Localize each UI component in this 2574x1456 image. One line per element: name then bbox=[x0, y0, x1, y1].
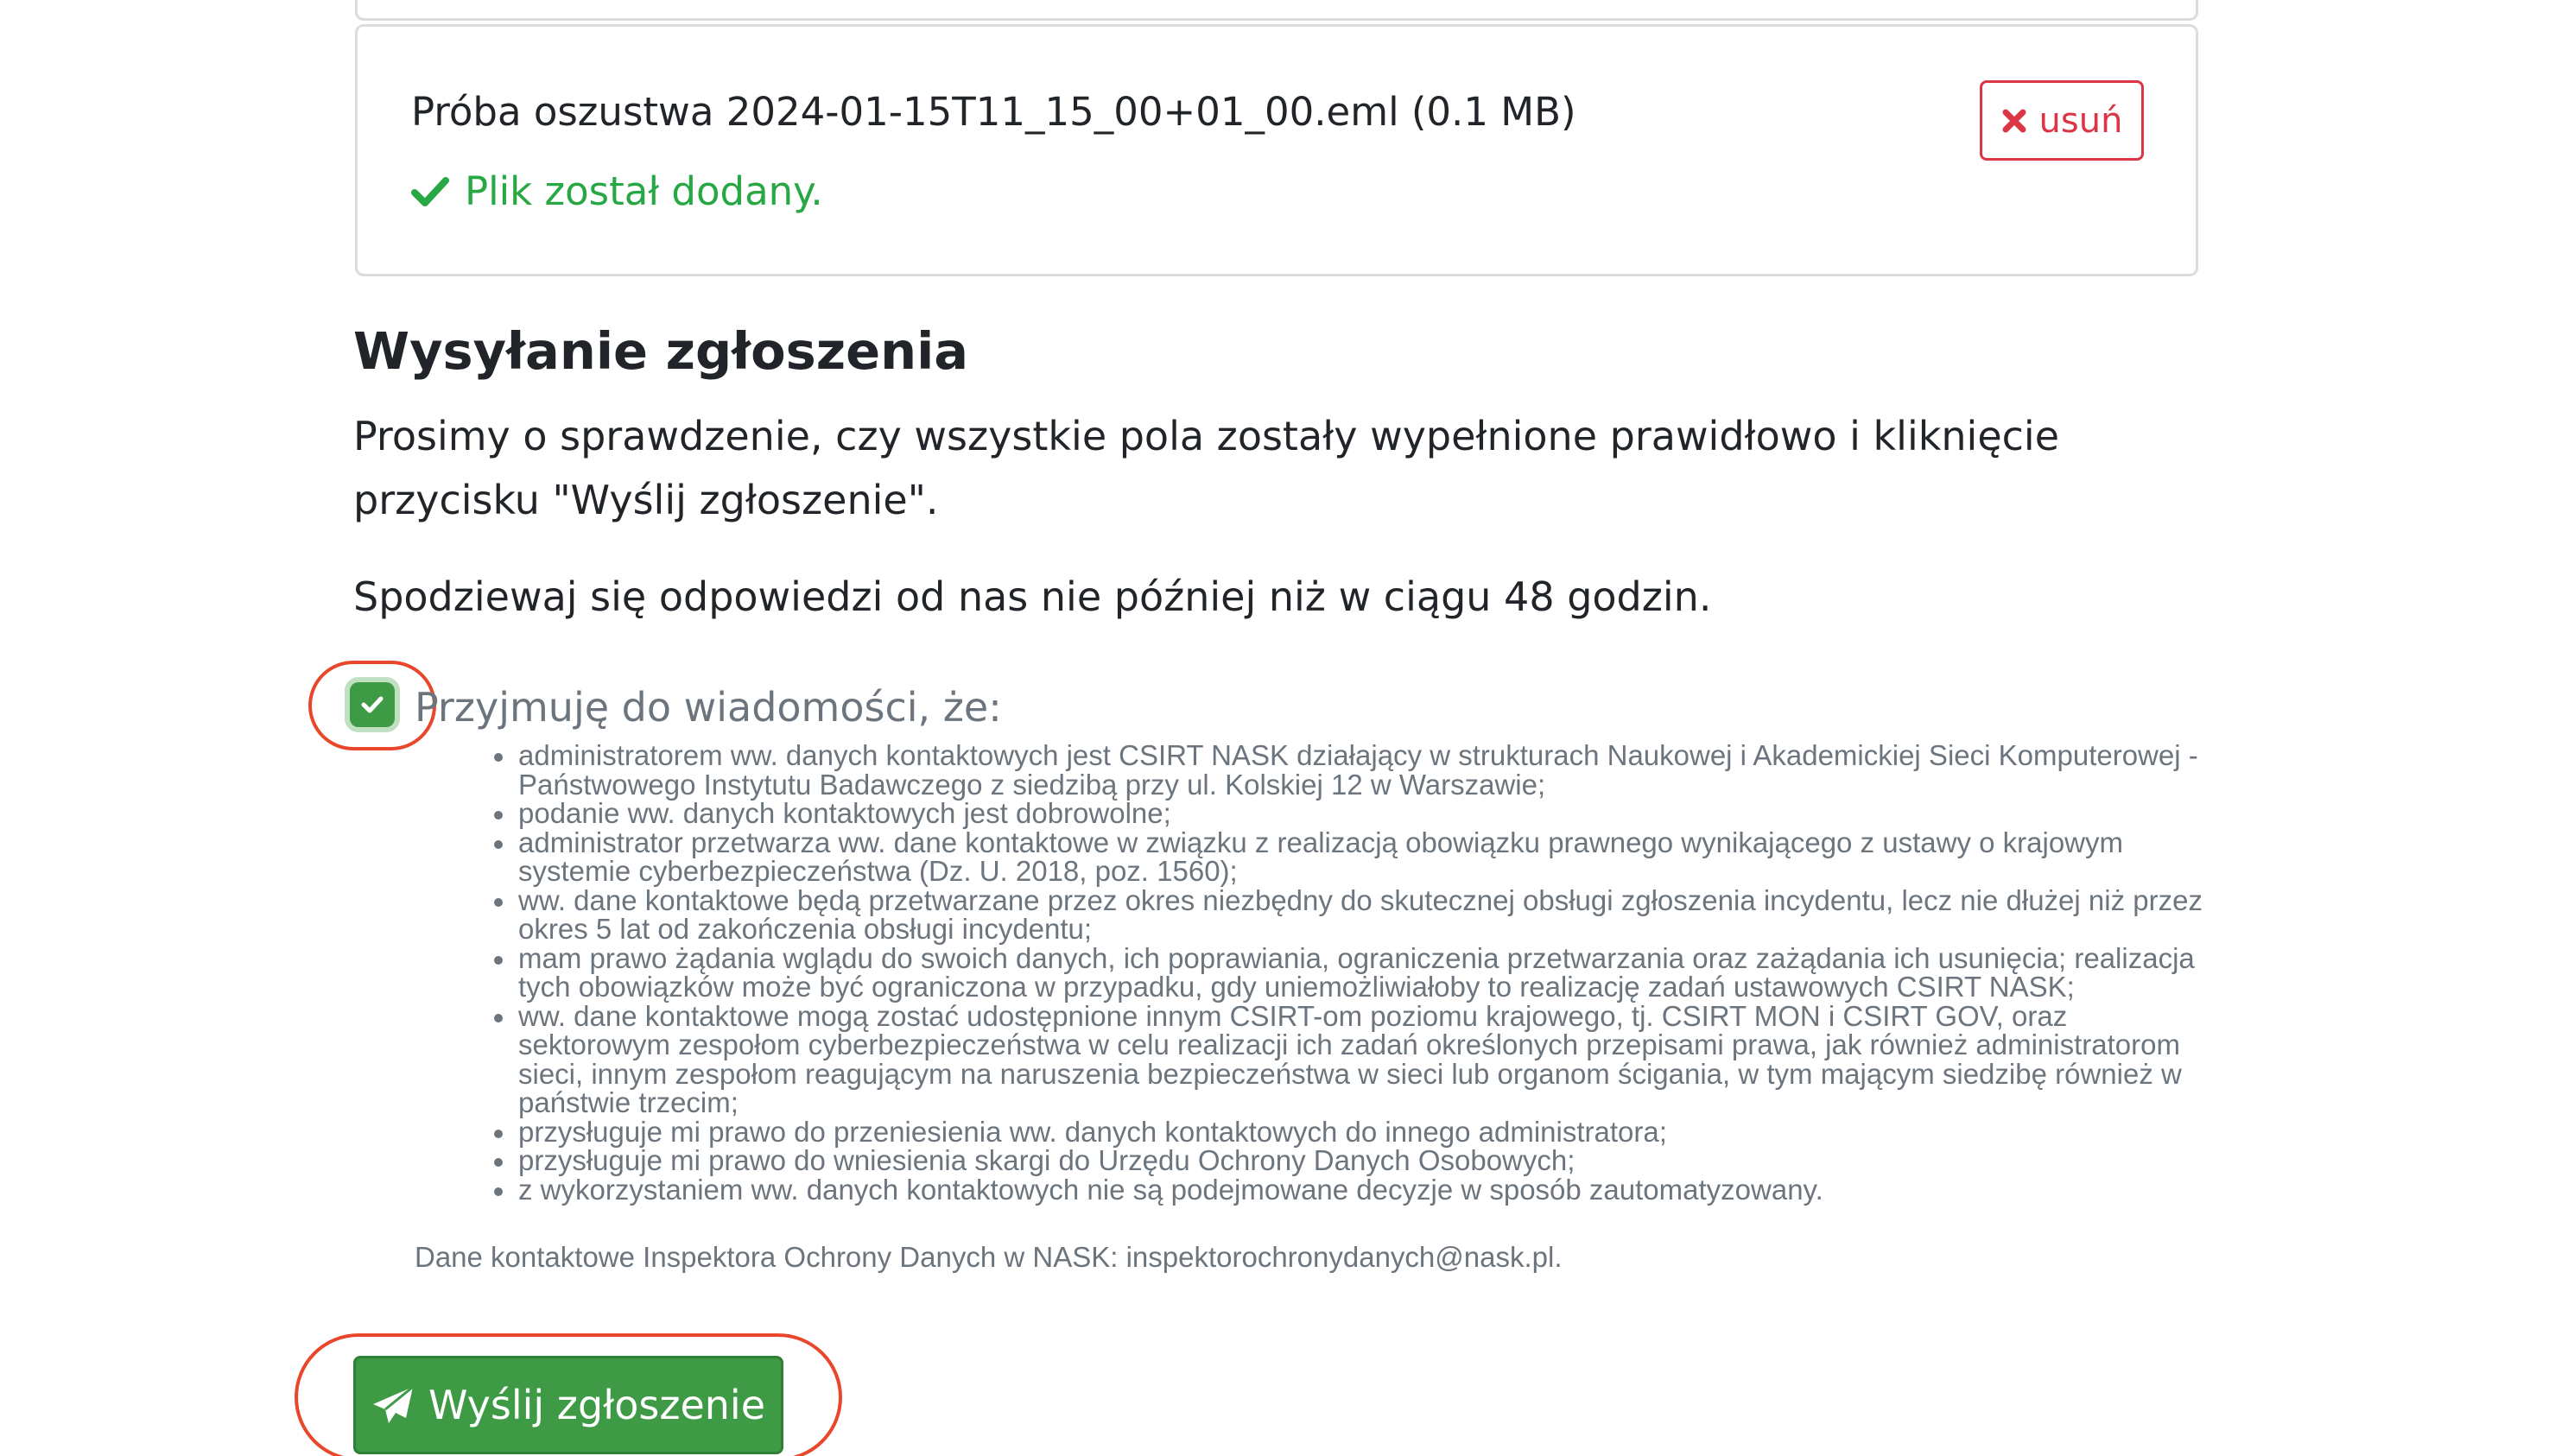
list-item: administratorem ww. danych kontaktowych … bbox=[494, 741, 2211, 799]
list-item: przysługuje mi prawo do wniesienia skarg… bbox=[494, 1146, 2211, 1175]
file-status: Plik został dodany. bbox=[411, 168, 823, 214]
list-item: przysługuje mi prawo do przeniesienia ww… bbox=[494, 1117, 2211, 1147]
paper-plane-icon bbox=[372, 1385, 414, 1423]
section-title: Wysyłanie zgłoszenia bbox=[353, 321, 969, 381]
remove-file-button[interactable]: usuń bbox=[1980, 80, 2144, 161]
checkbox-check-icon bbox=[361, 696, 384, 713]
instructions-text: Prosimy o sprawdzenie, czy wszystkie pol… bbox=[353, 413, 2059, 523]
consent-checkbox[interactable] bbox=[350, 682, 395, 727]
list-item: administrator przetwarza ww. dane kontak… bbox=[494, 827, 2211, 886]
list-item: podanie ww. danych kontaktowych jest dob… bbox=[494, 799, 2211, 828]
list-item: ww. dane kontaktowe mogą zostać udostępn… bbox=[494, 1001, 2211, 1117]
response-time-text: Spodziewaj się odpowiedzi od nas nie póź… bbox=[353, 573, 1712, 620]
uploaded-file-card: Próba oszustwa 2024-01-15T11_15_00+01_00… bbox=[355, 24, 2198, 276]
previous-card bbox=[355, 0, 2198, 21]
times-icon bbox=[2002, 109, 2026, 132]
file-status-text: Plik został dodany. bbox=[465, 168, 823, 214]
check-icon bbox=[411, 176, 449, 206]
submit-report-button[interactable]: Wyślij zgłoszenie bbox=[353, 1356, 783, 1454]
file-name: Próba oszustwa 2024-01-15T11_15_00+01_00… bbox=[411, 89, 1576, 135]
consent-list: administratorem ww. danych kontaktowych … bbox=[494, 741, 2211, 1205]
list-item: mam prawo żądania wglądu do swoich danyc… bbox=[494, 943, 2211, 1002]
remove-file-label: usuń bbox=[2038, 100, 2123, 141]
list-item: z wykorzystaniem ww. danych kontaktowych… bbox=[494, 1174, 2211, 1205]
submit-report-label: Wyślij zgłoszenie bbox=[428, 1382, 766, 1428]
dpo-contact-text: Dane kontaktowe Inspektora Ochrony Danyc… bbox=[415, 1241, 1563, 1273]
report-form-page: Próba oszustwa 2024-01-15T11_15_00+01_00… bbox=[0, 0, 2574, 1456]
list-item: ww. dane kontaktowe będą przetwarzane pr… bbox=[494, 885, 2211, 944]
consent-label: Przyjmuję do wiadomości, że: bbox=[415, 684, 1002, 731]
